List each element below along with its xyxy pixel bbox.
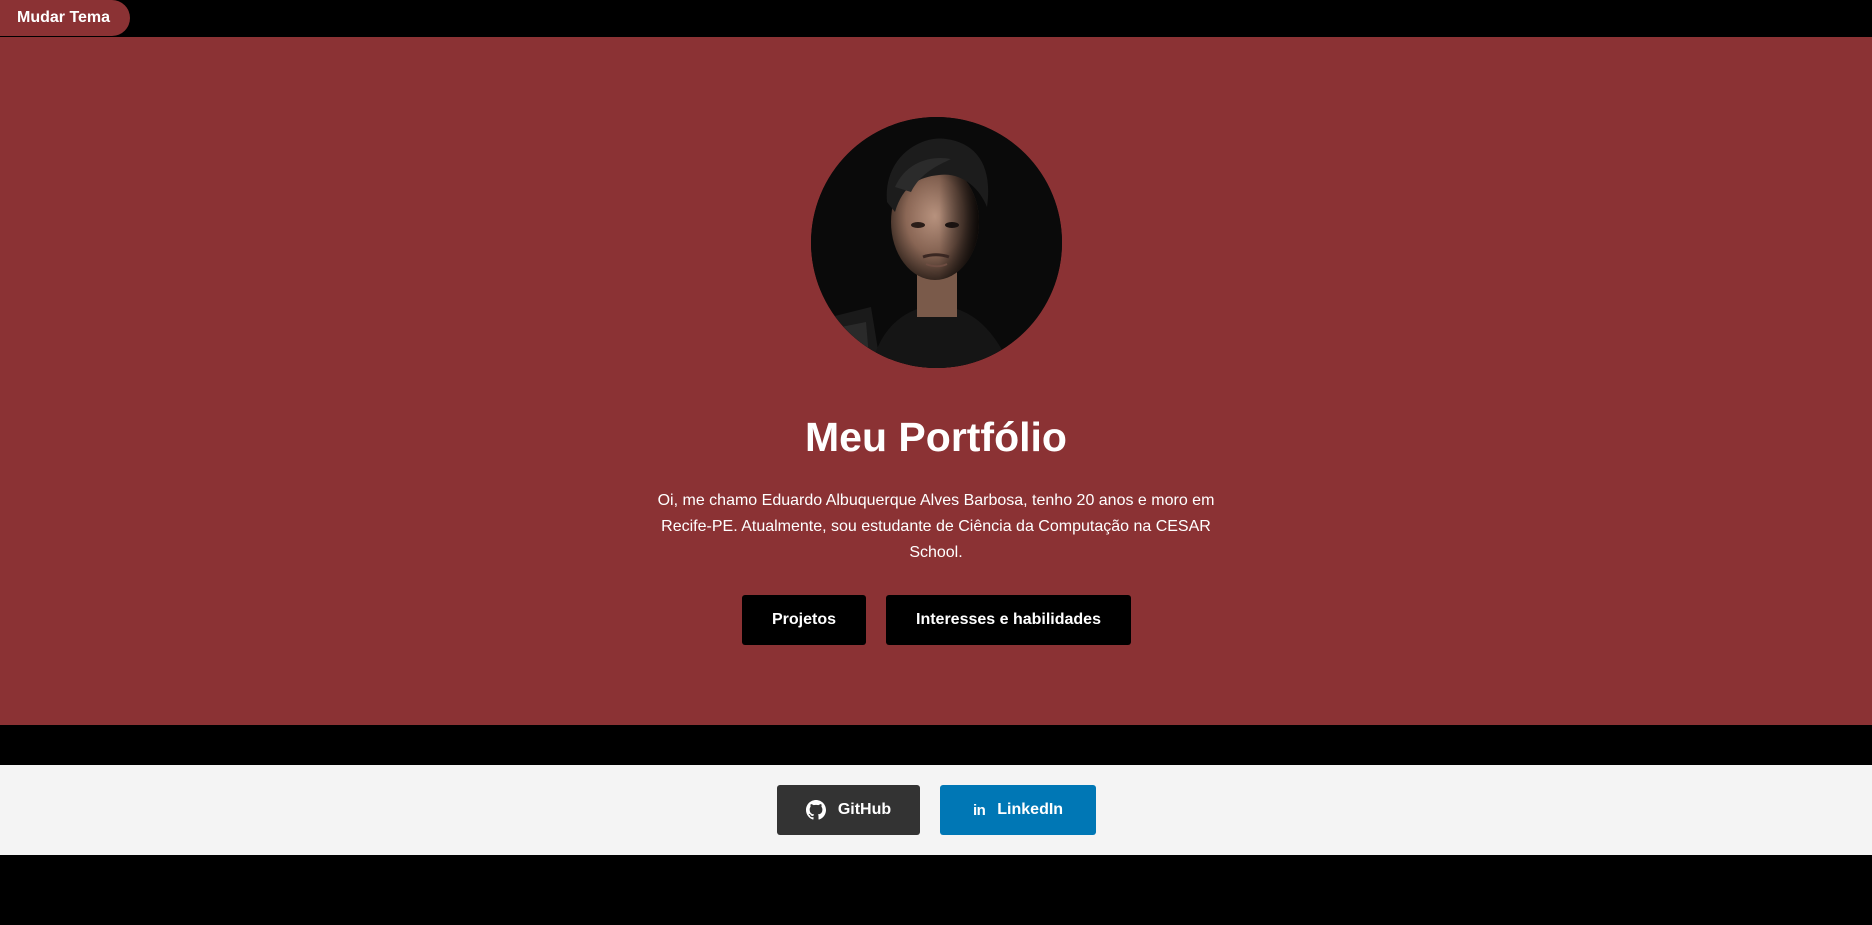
github-button[interactable]: GitHub [777,785,920,835]
projects-button[interactable]: Projetos [742,595,866,645]
github-label: GitHub [837,801,892,818]
linkedin-button[interactable]: in LinkedIn [940,785,1096,835]
avatar [811,117,1062,368]
page-title: Meu Portfólio [805,414,1067,460]
linkedin-icon: in [972,801,986,819]
github-icon [805,800,826,820]
footer: GitHub in LinkedIn [0,765,1872,855]
linkedin-label: LinkedIn [997,801,1064,818]
interests-skills-button[interactable]: Interesses e habilidades [886,595,1131,645]
theme-toggle-button[interactable]: Mudar Tema [0,0,131,36]
intro-text: Oi, me chamo Eduardo Albuquerque Alves B… [657,492,1215,561]
profile-photo [811,117,1062,368]
hero-section: Meu Portfólio Oi, me chamo Eduardo Albuq… [0,37,1872,725]
